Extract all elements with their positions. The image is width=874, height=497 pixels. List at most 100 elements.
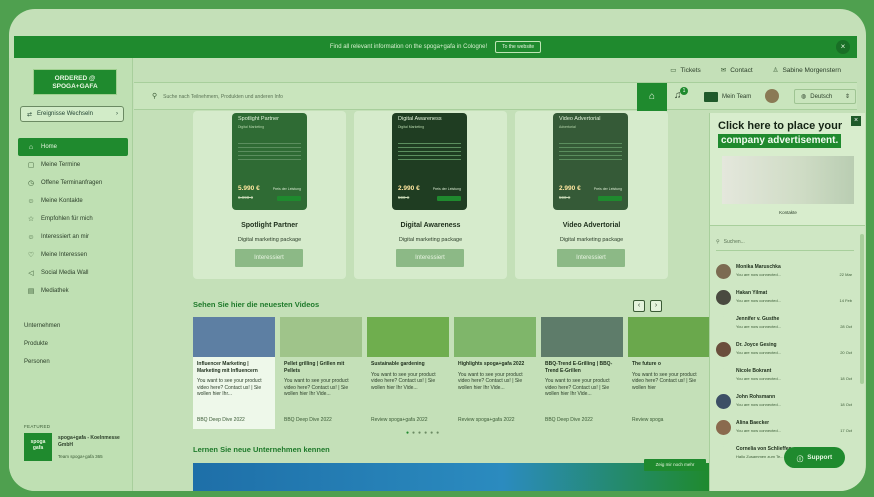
- interessiert-button[interactable]: Interessiert: [396, 249, 464, 267]
- sidebar-item-empfohlen[interactable]: ☆ Empfohlen für mich: [18, 210, 128, 228]
- to-website-button[interactable]: To the website: [495, 41, 542, 53]
- featured-company-name[interactable]: spoga+gafa - Koelnmesse GmbH: [58, 435, 130, 448]
- package-card[interactable]: Digital Awareness Digital Marketing 2.99…: [392, 113, 467, 210]
- carousel-dot[interactable]: ●: [406, 430, 412, 436]
- contact-item[interactable]: Hakan Yilmat You are now connected... 14 F…: [716, 288, 856, 308]
- sidebar-item-meine-kontakte[interactable]: ☺ Meine Kontakte: [18, 192, 128, 210]
- divider: [559, 147, 622, 148]
- language-value: Deutsch: [810, 93, 833, 100]
- support-button[interactable]: ⓘ Support: [784, 447, 845, 468]
- video-desc: You want to see your product video here?…: [197, 378, 262, 397]
- contact-item[interactable]: John Rohsmann You are now connected... 18 …: [716, 392, 856, 412]
- card-price-label: Preis der Leistung: [432, 187, 461, 191]
- carousel-dots[interactable]: ●●●●●●: [406, 430, 442, 436]
- package-desc: Digital marketing package: [398, 237, 463, 243]
- contact-link[interactable]: ✉ Contact: [721, 66, 753, 74]
- switch-event-button[interactable]: ⇄ Ereignisse Wechseln ›: [20, 106, 124, 122]
- sidebar-item-interessiert[interactable]: ☺ Interessiert an mir: [18, 228, 128, 246]
- video-card[interactable]: Influencer Marketing | Marketing mit Inf…: [193, 317, 275, 429]
- avatar[interactable]: [765, 89, 779, 103]
- card-button[interactable]: [437, 196, 461, 201]
- scrollbar[interactable]: [860, 234, 864, 384]
- section-personen[interactable]: Personen: [24, 359, 50, 365]
- card-price: 5.990 €: [238, 185, 260, 192]
- divider: [559, 151, 622, 152]
- divider: [238, 143, 301, 144]
- section-produkte[interactable]: Produkte: [24, 341, 48, 347]
- carousel-prev-button[interactable]: ‹: [633, 300, 645, 312]
- language-select[interactable]: ◍ Deutsch ⇕: [794, 89, 856, 104]
- video-meta: Review spoga: [632, 417, 664, 423]
- contacts-search-placeholder: Suchen...: [723, 239, 745, 245]
- tickets-link[interactable]: ▭ Tickets: [670, 66, 701, 74]
- banner-close-icon[interactable]: ×: [836, 40, 850, 54]
- user-name: Sabine Morgenstern: [782, 67, 841, 74]
- media-icon: ▤: [27, 288, 35, 295]
- video-title: BBQ-Trend E-Grilling | BBQ-Trend E-Grill…: [545, 361, 613, 374]
- search-input[interactable]: ⚲ Suche nach Teilnehmern, Produkten und a…: [152, 92, 283, 100]
- sidebar-item-label: Meine Interessen: [41, 252, 88, 258]
- notification-bell-icon[interactable]: ♫ 1: [674, 87, 688, 101]
- ad-close-icon[interactable]: ×: [851, 116, 861, 126]
- card-button[interactable]: [277, 196, 301, 201]
- featured-logo-line2: gafa: [32, 445, 44, 451]
- contact-date: 14 Feb: [839, 298, 852, 303]
- company-banner[interactable]: [193, 463, 709, 491]
- featured-logo[interactable]: spoga gafa: [24, 433, 52, 461]
- video-card[interactable]: BBQ-Trend E-Grilling | BBQ-Trend E-Grill…: [541, 317, 623, 429]
- contact-date: 18 Oct: [840, 402, 852, 407]
- contact-date: 18 Oct: [840, 376, 852, 381]
- contact-item[interactable]: Monika Maruschka You are now connected...…: [716, 262, 856, 282]
- video-card[interactable]: Sustainable gardening You want to see yo…: [367, 317, 449, 429]
- logo-line2: SPOGA+GAFA: [52, 83, 98, 90]
- user-icon: ♙: [772, 67, 779, 74]
- video-desc: You want to see your product video here?…: [371, 371, 436, 391]
- package-card[interactable]: Video Advertorial Advertorial 2.990 € 59…: [553, 113, 628, 210]
- section-unternehmen[interactable]: Unternehmen: [24, 323, 60, 329]
- video-card[interactable]: Pellet grilling | Grillen mit Pellets Yo…: [280, 317, 362, 429]
- my-team-button[interactable]: Mein Team: [704, 92, 751, 102]
- divider: [238, 155, 301, 156]
- card-title: Spotlight Partner: [238, 116, 279, 122]
- video-card[interactable]: The future o You want to see your produc…: [628, 317, 709, 429]
- contact-item[interactable]: Alina Baecker You are now connected... 17 …: [716, 418, 856, 438]
- carousel-next-button[interactable]: ›: [650, 300, 662, 312]
- show-more-button[interactable]: Zeig mir noch mehr: [644, 459, 706, 471]
- card-button[interactable]: [598, 196, 622, 201]
- interessiert-button[interactable]: Interessiert: [557, 249, 625, 267]
- globe-icon: ◍: [801, 94, 807, 100]
- video-card[interactable]: Highlights spoga+gafa 2022 You want to s…: [454, 317, 536, 429]
- video-meta: BBQ Deep Dive 2022: [545, 417, 593, 423]
- sidebar-item-meine-termine[interactable]: ▢ Meine Termine: [18, 156, 128, 174]
- contacts-search-input[interactable]: ⚲ Suchen...: [716, 239, 854, 251]
- home-button[interactable]: ⌂: [637, 83, 667, 111]
- divider: [398, 155, 461, 156]
- avatar: [716, 420, 731, 435]
- advertisement-panel[interactable]: Click here to place your company adverti…: [709, 113, 865, 225]
- interessiert-button[interactable]: Interessiert: [235, 249, 303, 267]
- contact-name: Nicole Bokrant: [736, 368, 772, 374]
- sidebar-item-social-media-wall[interactable]: ◁ Social Media Wall: [18, 264, 128, 282]
- contact-item[interactable]: Jennifer v. Gusthe You are now connected.…: [716, 314, 856, 334]
- sidebar-item-home[interactable]: ⌂ Home: [18, 138, 128, 156]
- sidebar-item-offene-terminanfragen[interactable]: ◷ Offene Terminanfragen: [18, 174, 128, 192]
- contact-item[interactable]: Dr. Joyce Gesing You are now connected...…: [716, 340, 856, 360]
- megaphone-icon: ◁: [28, 270, 34, 277]
- video-thumbnail: [628, 317, 709, 357]
- video-thumbnail: [541, 317, 623, 357]
- video-title: Pellet grilling | Grillen mit Pellets: [284, 361, 345, 374]
- divider: [238, 159, 301, 160]
- contact-name: Monika Maruschka: [736, 264, 781, 270]
- contact-date: 22 Mar: [839, 272, 852, 277]
- video-thumbnail: [454, 317, 536, 357]
- contact-item[interactable]: Nicole Bokrant You are now connected... 18…: [716, 366, 856, 386]
- sidebar-item-meine-interessen[interactable]: ♡ Meine Interessen: [18, 246, 128, 264]
- package-card[interactable]: Spotlight Partner Digital Marketing 5.99…: [232, 113, 307, 210]
- sidebar-item-mediathek[interactable]: ▤ Mediathek: [18, 282, 128, 300]
- card-old-price: 590 €: [398, 195, 410, 200]
- video-thumbnail: [280, 317, 362, 357]
- user-menu[interactable]: ♙ Sabine Morgenstern: [773, 66, 841, 74]
- card-price-label: Preis der Leistung: [593, 187, 622, 191]
- event-logo[interactable]: ORDERED @ SPOGA+GAFA: [33, 69, 117, 95]
- contact-name: Jennifer v. Gusthe: [736, 316, 780, 322]
